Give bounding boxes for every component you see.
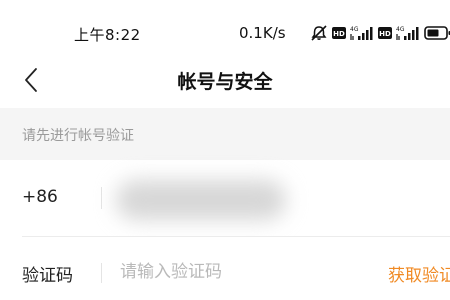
account-security-screen: 上午8:22 0.1K/s HD 4G HD 4G 帐号与安全 请先进行帐号验证…	[0, 0, 450, 300]
verification-hint-section: 请先进行帐号验证	[0, 108, 450, 160]
status-icons: HD 4G HD 4G	[310, 22, 450, 44]
verification-hint-text: 请先进行帐号验证	[22, 128, 134, 144]
verification-code-row: 验证码 获取验证码	[0, 237, 450, 300]
page-title: 帐号与安全	[177, 71, 273, 93]
svg-text:HD: HD	[379, 30, 391, 38]
hd-icon: HD	[332, 27, 346, 39]
get-code-button[interactable]: 获取验证码	[388, 261, 450, 286]
mute-notification-icon	[310, 25, 328, 41]
phone-number-value[interactable]	[110, 178, 300, 220]
country-code[interactable]: +86	[22, 187, 58, 207]
network-speed: 0.1K/s	[239, 24, 286, 42]
signal-4g-icon: 4G	[350, 25, 374, 41]
verification-code-input[interactable]	[120, 255, 360, 289]
battery-icon	[424, 26, 450, 40]
verification-code-label: 验证码	[22, 266, 73, 286]
status-bar: 上午8:22 0.1K/s HD 4G HD 4G	[0, 0, 450, 58]
signal-4g-icon: 4G	[396, 25, 420, 41]
svg-text:HD: HD	[333, 30, 345, 38]
header-bar: 帐号与安全	[0, 58, 450, 108]
status-time: 上午8:22	[74, 26, 141, 44]
svg-text:4G: 4G	[396, 26, 405, 33]
phone-number-row: +86	[0, 160, 450, 236]
svg-text:4G: 4G	[350, 26, 359, 33]
code-label-divider	[101, 263, 102, 283]
hd-icon: HD	[378, 27, 392, 39]
country-code-divider	[101, 187, 102, 209]
